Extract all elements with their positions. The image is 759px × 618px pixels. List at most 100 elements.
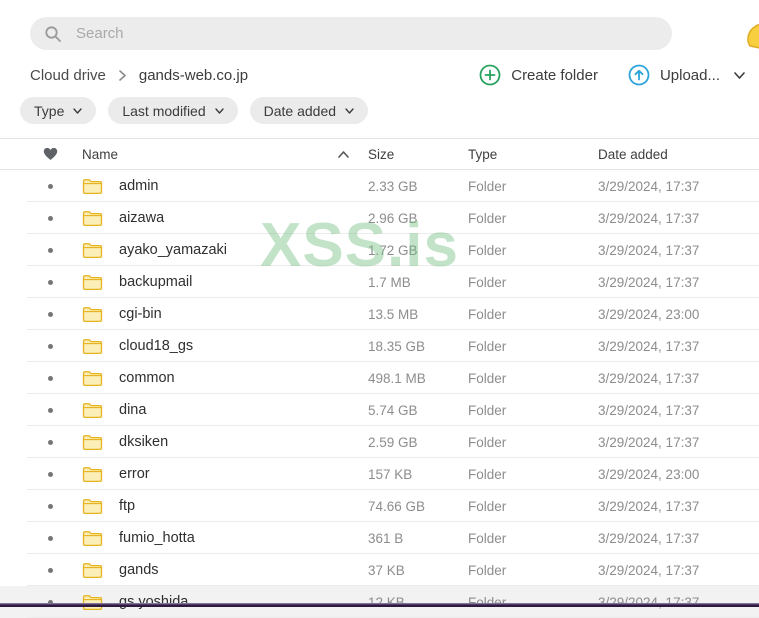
favorite-dot-icon[interactable] [47,279,53,285]
favorite-dot-icon[interactable] [47,503,53,509]
file-date-added: 3/29/2024, 17:37 [598,242,700,258]
breadcrumb-chevron-icon [119,69,126,81]
upload-button[interactable]: Upload... [628,64,720,86]
breadcrumb-current-folder[interactable]: gands-web.co.jp [139,67,248,84]
file-name[interactable]: backupmail [119,274,192,290]
column-header-type[interactable]: Type [468,147,598,162]
table-row[interactable]: ayako_yamazaki 1.72 GB Folder 3/29/2024,… [0,234,759,266]
upload-label: Upload... [659,66,720,84]
notification-bell-icon[interactable] [744,22,759,50]
search-input[interactable] [74,24,658,43]
table-body: admin 2.33 GB Folder 3/29/2024, 17:37 ai… [0,170,759,618]
table-row[interactable]: common 498.1 MB Folder 3/29/2024, 17:37 [0,362,759,394]
table-row[interactable]: ftp 74.66 GB Folder 3/29/2024, 17:37 [0,490,759,522]
favorite-dot-icon[interactable] [47,215,53,221]
file-type: Folder [468,402,507,418]
folder-icon [82,562,103,579]
file-name[interactable]: gs.yoshida [119,594,188,610]
file-name[interactable]: ftp [119,498,135,514]
folder-icon [82,210,103,227]
table-row[interactable]: gands 37 KB Folder 3/29/2024, 17:37 [0,554,759,586]
favorite-heart-icon[interactable] [43,147,58,161]
favorite-dot-icon[interactable] [47,343,53,349]
file-name[interactable]: cloud18_gs [119,338,193,354]
sort-ascending-icon[interactable] [338,150,349,158]
file-size: 5.74 GB [368,402,418,418]
upload-arrow-icon [628,64,650,86]
file-size: 2.33 GB [368,178,418,194]
file-type: Folder [468,306,507,322]
file-name[interactable]: cgi-bin [119,306,162,322]
file-name[interactable]: common [119,370,175,386]
filter-chips: Type Last modified Date added [20,97,369,124]
file-type: Folder [468,274,507,290]
file-date-added: 3/29/2024, 17:37 [598,338,700,354]
table-row[interactable]: error 157 KB Folder 3/29/2024, 23:00 [0,458,759,490]
filter-last-modified[interactable]: Last modified [108,97,238,124]
breadcrumb: Cloud drive gands-web.co.jp [30,67,248,84]
file-size: 157 KB [368,466,413,482]
favorite-dot-icon[interactable] [47,567,53,573]
table-row[interactable]: cgi-bin 13.5 MB Folder 3/29/2024, 23:00 [0,298,759,330]
table-row[interactable]: dksiken 2.59 GB Folder 3/29/2024, 17:37 [0,426,759,458]
file-size: 2.96 GB [368,210,418,226]
favorite-dot-icon[interactable] [47,471,53,477]
chevron-down-icon [345,107,354,114]
breadcrumb-cloud-drive[interactable]: Cloud drive [30,67,106,84]
search-bar[interactable] [30,17,672,50]
folder-icon [82,242,103,259]
file-date-added: 3/29/2024, 23:00 [598,466,700,482]
file-size: 37 KB [368,562,405,578]
file-name[interactable]: dksiken [119,434,168,450]
filter-date-added[interactable]: Date added [249,97,369,124]
file-size: 74.66 GB [368,498,426,514]
file-size: 2.59 GB [368,434,418,450]
filter-last-modified-label: Last modified [122,102,206,119]
favorite-dot-icon[interactable] [47,439,53,445]
folder-icon [82,178,103,195]
file-type: Folder [468,210,507,226]
table-row[interactable]: backupmail 1.7 MB Folder 3/29/2024, 17:3… [0,266,759,298]
favorite-dot-icon[interactable] [47,311,53,317]
folder-icon [82,370,103,387]
create-folder-button[interactable]: Create folder [479,64,598,86]
favorite-dot-icon[interactable] [47,247,53,253]
table-row[interactable]: aizawa 2.96 GB Folder 3/29/2024, 17:37 [0,202,759,234]
folder-icon [82,338,103,355]
filter-type[interactable]: Type [20,97,97,124]
file-size: 13.5 MB [368,306,419,322]
file-name[interactable]: error [119,466,150,482]
upload-menu-chevron-icon[interactable] [734,71,745,79]
file-date-added: 3/29/2024, 17:37 [598,562,700,578]
folder-icon [82,498,103,515]
file-size: 18.35 GB [368,338,426,354]
file-type: Folder [468,562,507,578]
file-type: Folder [468,178,507,194]
file-size: 12 KB [368,594,405,610]
file-name[interactable]: admin [119,178,159,194]
column-header-date-added[interactable]: Date added [598,147,759,162]
column-header-size[interactable]: Size [368,147,468,162]
file-name[interactable]: ayako_yamazaki [119,242,227,258]
favorite-dot-icon[interactable] [47,407,53,413]
table-row[interactable]: cloud18_gs 18.35 GB Folder 3/29/2024, 17… [0,330,759,362]
column-header-name[interactable]: Name [72,147,338,162]
file-name[interactable]: dina [119,402,146,418]
file-type: Folder [468,530,507,546]
favorite-dot-icon[interactable] [47,183,53,189]
table-row[interactable]: dina 5.74 GB Folder 3/29/2024, 17:37 [0,394,759,426]
folder-icon [82,306,103,323]
search-icon [44,25,62,43]
table-row[interactable]: fumio_hotta 361 B Folder 3/29/2024, 17:3… [0,522,759,554]
folder-icon [82,434,103,451]
upload-control: Upload... [628,64,745,86]
favorite-dot-icon[interactable] [47,535,53,541]
table-row[interactable]: gs.yoshida 12 KB Folder 3/29/2024, 17:37 [0,586,759,618]
table-row[interactable]: admin 2.33 GB Folder 3/29/2024, 17:37 [0,170,759,202]
favorite-dot-icon[interactable] [47,375,53,381]
file-type: Folder [468,338,507,354]
file-name[interactable]: fumio_hotta [119,530,195,546]
file-name[interactable]: aizawa [119,210,164,226]
file-type: Folder [468,466,507,482]
file-name[interactable]: gands [119,562,159,578]
